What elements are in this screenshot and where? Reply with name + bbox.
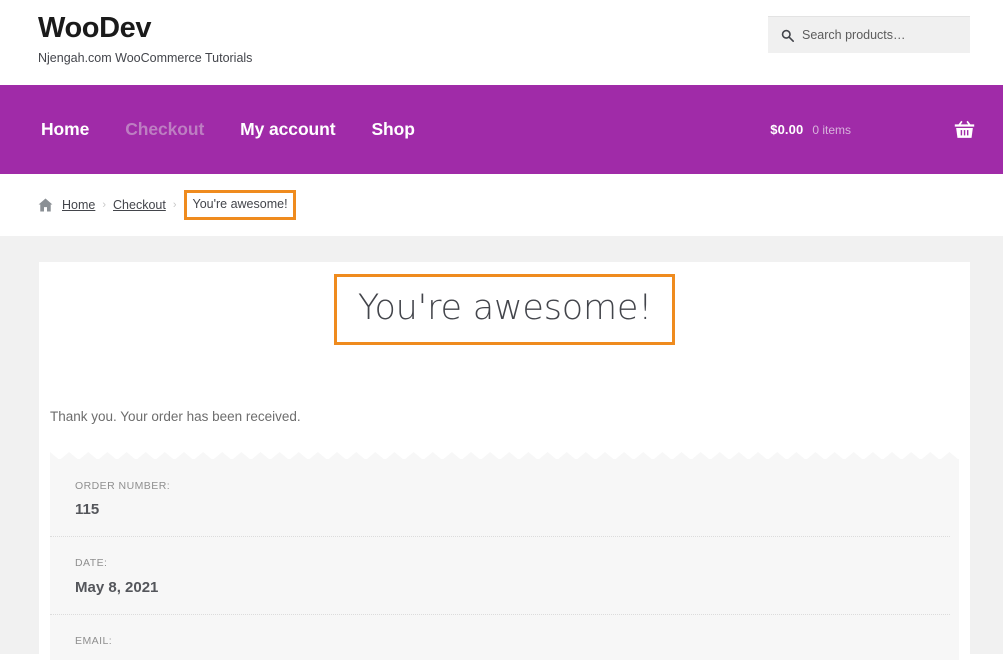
breadcrumb-separator: › [102,199,107,211]
order-overview-wrapper: ORDER NUMBER: 115 DATE: May 8, 2021 EMAI… [50,451,959,660]
order-overview-item-email: EMAIL: [50,613,959,660]
breadcrumb-current-page: You're awesome! [183,190,296,220]
order-received-message: Thank you. Your order has been received. [50,408,301,424]
search-icon [781,29,794,42]
nav-link-checkout[interactable]: Checkout [125,119,204,139]
cart-summary[interactable]: $0.00 0 items [770,85,975,174]
order-email-label: EMAIL: [75,634,113,647]
content-card: You're awesome! Thank you. Your order ha… [39,262,970,660]
site-header: WooDev Njengah.com WooCommerce Tutorials [0,0,1003,85]
home-icon [38,198,53,212]
order-date-label: DATE: [75,557,108,570]
breadcrumb-link-home[interactable]: Home [62,198,95,212]
nav-item-shop[interactable]: Shop [371,119,414,140]
primary-navigation: Home Checkout My account Shop $0.00 0 it… [0,85,1003,174]
nav-link-home[interactable]: Home [41,119,89,139]
breadcrumb-separator: › [172,199,177,211]
site-tagline: Njengah.com WooCommerce Tutorials [38,51,253,66]
nav-link-my-account[interactable]: My account [240,119,335,139]
nav-item-my-account[interactable]: My account [240,119,335,140]
order-number-value: 115 [75,501,100,519]
cart-total-amount: $0.00 [770,122,804,137]
breadcrumb: Home › Checkout › You're awesome! [0,174,1003,236]
nav-item-checkout[interactable]: Checkout [125,119,204,140]
page-title: You're awesome! [333,274,676,345]
page-background: You're awesome! Thank you. Your order ha… [0,236,1003,660]
order-overview-item-date: DATE: May 8, 2021 [50,536,959,614]
order-date-value: May 8, 2021 [75,578,159,596]
site-branding: WooDev Njengah.com WooCommerce Tutorials [38,13,252,66]
nav-item-home[interactable]: Home [41,119,89,140]
order-overview-item-order-number: ORDER NUMBER: 115 [50,459,959,537]
cart-item-count: 0 items [812,122,851,137]
order-number-label: ORDER NUMBER: [75,479,171,492]
page-title-wrapper: You're awesome! [39,262,970,345]
nav-list: Home Checkout My account Shop [0,119,451,140]
site-title[interactable]: WooDev [38,13,252,44]
breadcrumb-link-checkout[interactable]: Checkout [113,198,166,212]
shopping-basket-icon[interactable] [954,120,975,139]
order-overview-list: ORDER NUMBER: 115 DATE: May 8, 2021 EMAI… [50,458,959,660]
nav-link-shop[interactable]: Shop [371,119,414,139]
product-search-form[interactable] [768,16,970,53]
search-input[interactable] [802,28,970,42]
